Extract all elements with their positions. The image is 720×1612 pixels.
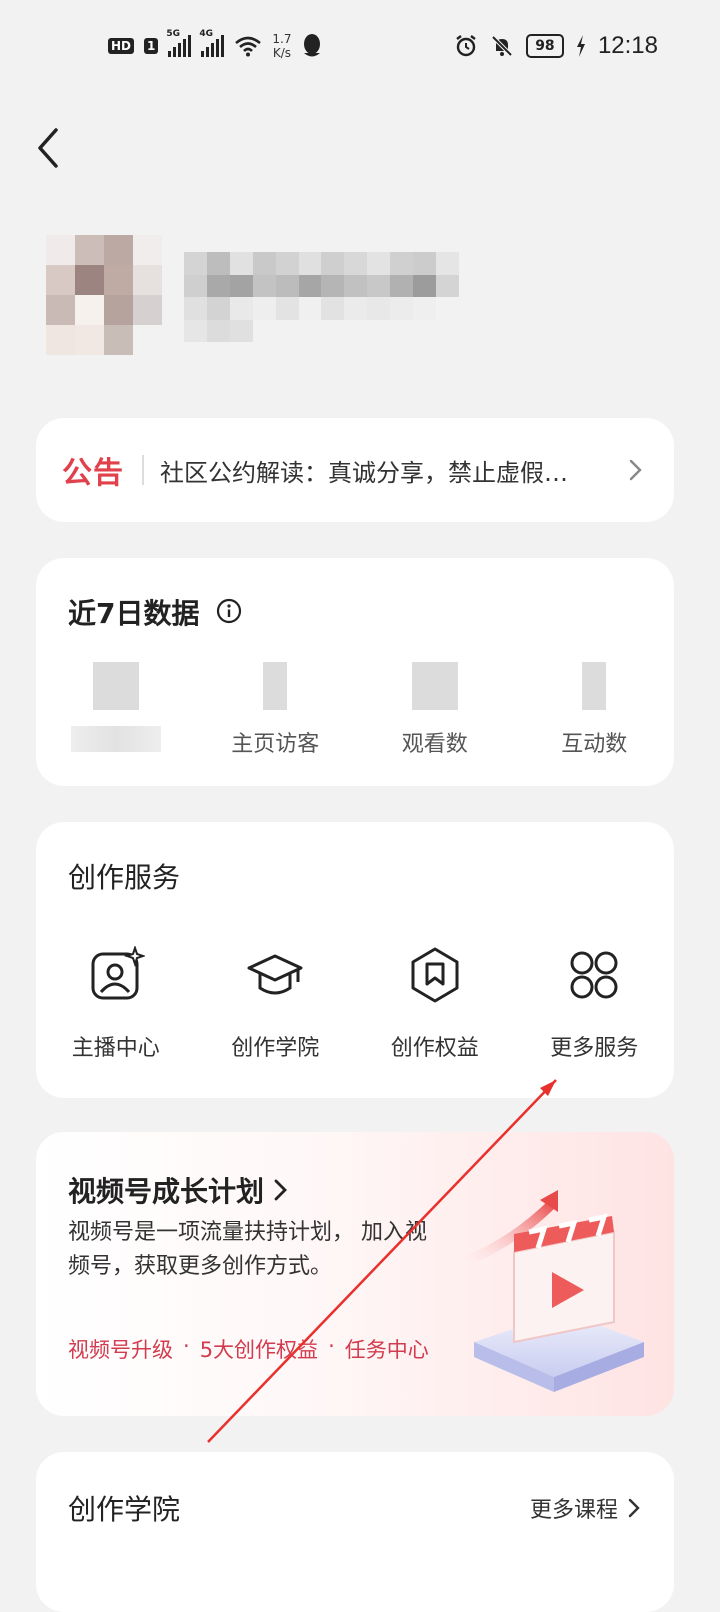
- link-benefits[interactable]: 5大创作权益: [200, 1334, 318, 1364]
- video-clapper-illustration: [462, 1190, 644, 1392]
- hd-badge: HD: [108, 38, 135, 54]
- data-card: 近7日数据 主页访客 观看数 互动数: [36, 558, 674, 786]
- data-section-title: 近7日数据: [68, 597, 200, 630]
- status-bar: HD 1 5G 4G 1.7 K/s 98 12:18: [108, 28, 658, 64]
- chevron-left-icon: [38, 128, 58, 168]
- service-anchor-center[interactable]: 主播中心: [36, 946, 196, 1062]
- growth-title-text: 视频号成长计划: [68, 1175, 265, 1208]
- services-title: 创作服务: [68, 861, 181, 894]
- service-label: 创作学院: [231, 1036, 320, 1061]
- academy-title: 创作学院: [68, 1493, 181, 1526]
- stat-item[interactable]: [36, 658, 196, 758]
- mute-bell-icon: [491, 35, 513, 57]
- network-speed: 1.7 K/s: [272, 32, 292, 60]
- chevron-right-icon: [629, 459, 642, 481]
- more-courses-text: 更多课程: [529, 1498, 618, 1523]
- avatar[interactable]: [46, 235, 162, 355]
- notice-bar[interactable]: 公告 社区公约解读：真诚分享，禁止虚假…: [36, 418, 674, 522]
- services-row: 主播中心 创作学院 创作权益 更多服务: [36, 946, 674, 1062]
- growth-plan-title[interactable]: 视频号成长计划: [68, 1170, 288, 1210]
- stat-value-blurred: [411, 662, 458, 710]
- services-card: 创作服务 主播中心 创作学院 创作权益 更多服务: [36, 822, 674, 1098]
- more-courses-link[interactable]: 更多课程: [530, 1492, 640, 1524]
- separator-dot: ·: [183, 1334, 190, 1358]
- stat-label: 观看数: [401, 732, 468, 757]
- wifi-icon: [235, 36, 262, 57]
- alarm-icon: [456, 35, 476, 57]
- stat-item[interactable]: 互动数: [515, 658, 675, 758]
- chevron-right-icon: [274, 1179, 287, 1201]
- service-academy[interactable]: 创作学院: [196, 946, 356, 1062]
- status-left: HD 1 5G 4G 1.7 K/s: [108, 29, 323, 60]
- stat-label: [70, 726, 161, 752]
- qq-icon: [304, 34, 321, 57]
- stat-value-blurred: [582, 662, 607, 710]
- service-more[interactable]: 更多服务: [515, 946, 675, 1062]
- username: [184, 252, 459, 342]
- stat-label: 主页访客: [231, 732, 320, 757]
- status-right: 98 12:18: [454, 32, 658, 60]
- notice-divider: [142, 455, 144, 485]
- growth-links: 视频号升级 · 5大创作权益 · 任务中心: [68, 1334, 429, 1364]
- stat-label: 互动数: [561, 732, 628, 757]
- service-benefits[interactable]: 创作权益: [355, 946, 515, 1062]
- growth-plan-description: 视频号是一项流量扶持计划， 加入视频号，获取更多创作方式。: [68, 1220, 427, 1279]
- academy-card: 创作学院 更多课程: [36, 1452, 674, 1612]
- notice-tag: 公告: [62, 456, 124, 491]
- graduation-cap-icon: [247, 954, 303, 995]
- link-task-center[interactable]: 任务中心: [345, 1334, 429, 1364]
- charging-icon: [576, 35, 585, 57]
- stats-row: 主页访客 观看数 互动数: [36, 658, 674, 758]
- growth-plan-banner[interactable]: 视频号成长计划 视频号是一项流量扶持计划， 加入视频号，获取更多创作方式。 视频…: [36, 1132, 674, 1416]
- signal-5g-icon: 5G: [166, 29, 192, 57]
- back-button[interactable]: [36, 128, 72, 168]
- link-upgrade[interactable]: 视频号升级: [68, 1334, 173, 1364]
- stat-item[interactable]: 观看数: [355, 658, 515, 758]
- service-label: 主播中心: [71, 1036, 160, 1061]
- service-label: 更多服务: [550, 1036, 639, 1061]
- info-icon[interactable]: [216, 598, 242, 624]
- anchor-center-icon: [91, 946, 145, 1000]
- benefit-badge-icon: [411, 947, 459, 1003]
- signal-4g-icon: 4G: [199, 29, 225, 57]
- stat-value-blurred: [92, 662, 139, 710]
- clock: 12:18: [597, 32, 658, 59]
- stat-item[interactable]: 主页访客: [196, 658, 356, 758]
- separator-dot: ·: [328, 1334, 335, 1358]
- chevron-right-icon: [628, 1498, 640, 1518]
- grid-four-circles-icon: [570, 951, 618, 999]
- battery-indicator: 98: [525, 34, 564, 58]
- stat-value-blurred: [263, 662, 288, 710]
- sim-badge: 1: [144, 38, 159, 54]
- notice-text: 社区公约解读：真诚分享，禁止虚假…: [160, 458, 568, 487]
- service-label: 创作权益: [390, 1036, 479, 1061]
